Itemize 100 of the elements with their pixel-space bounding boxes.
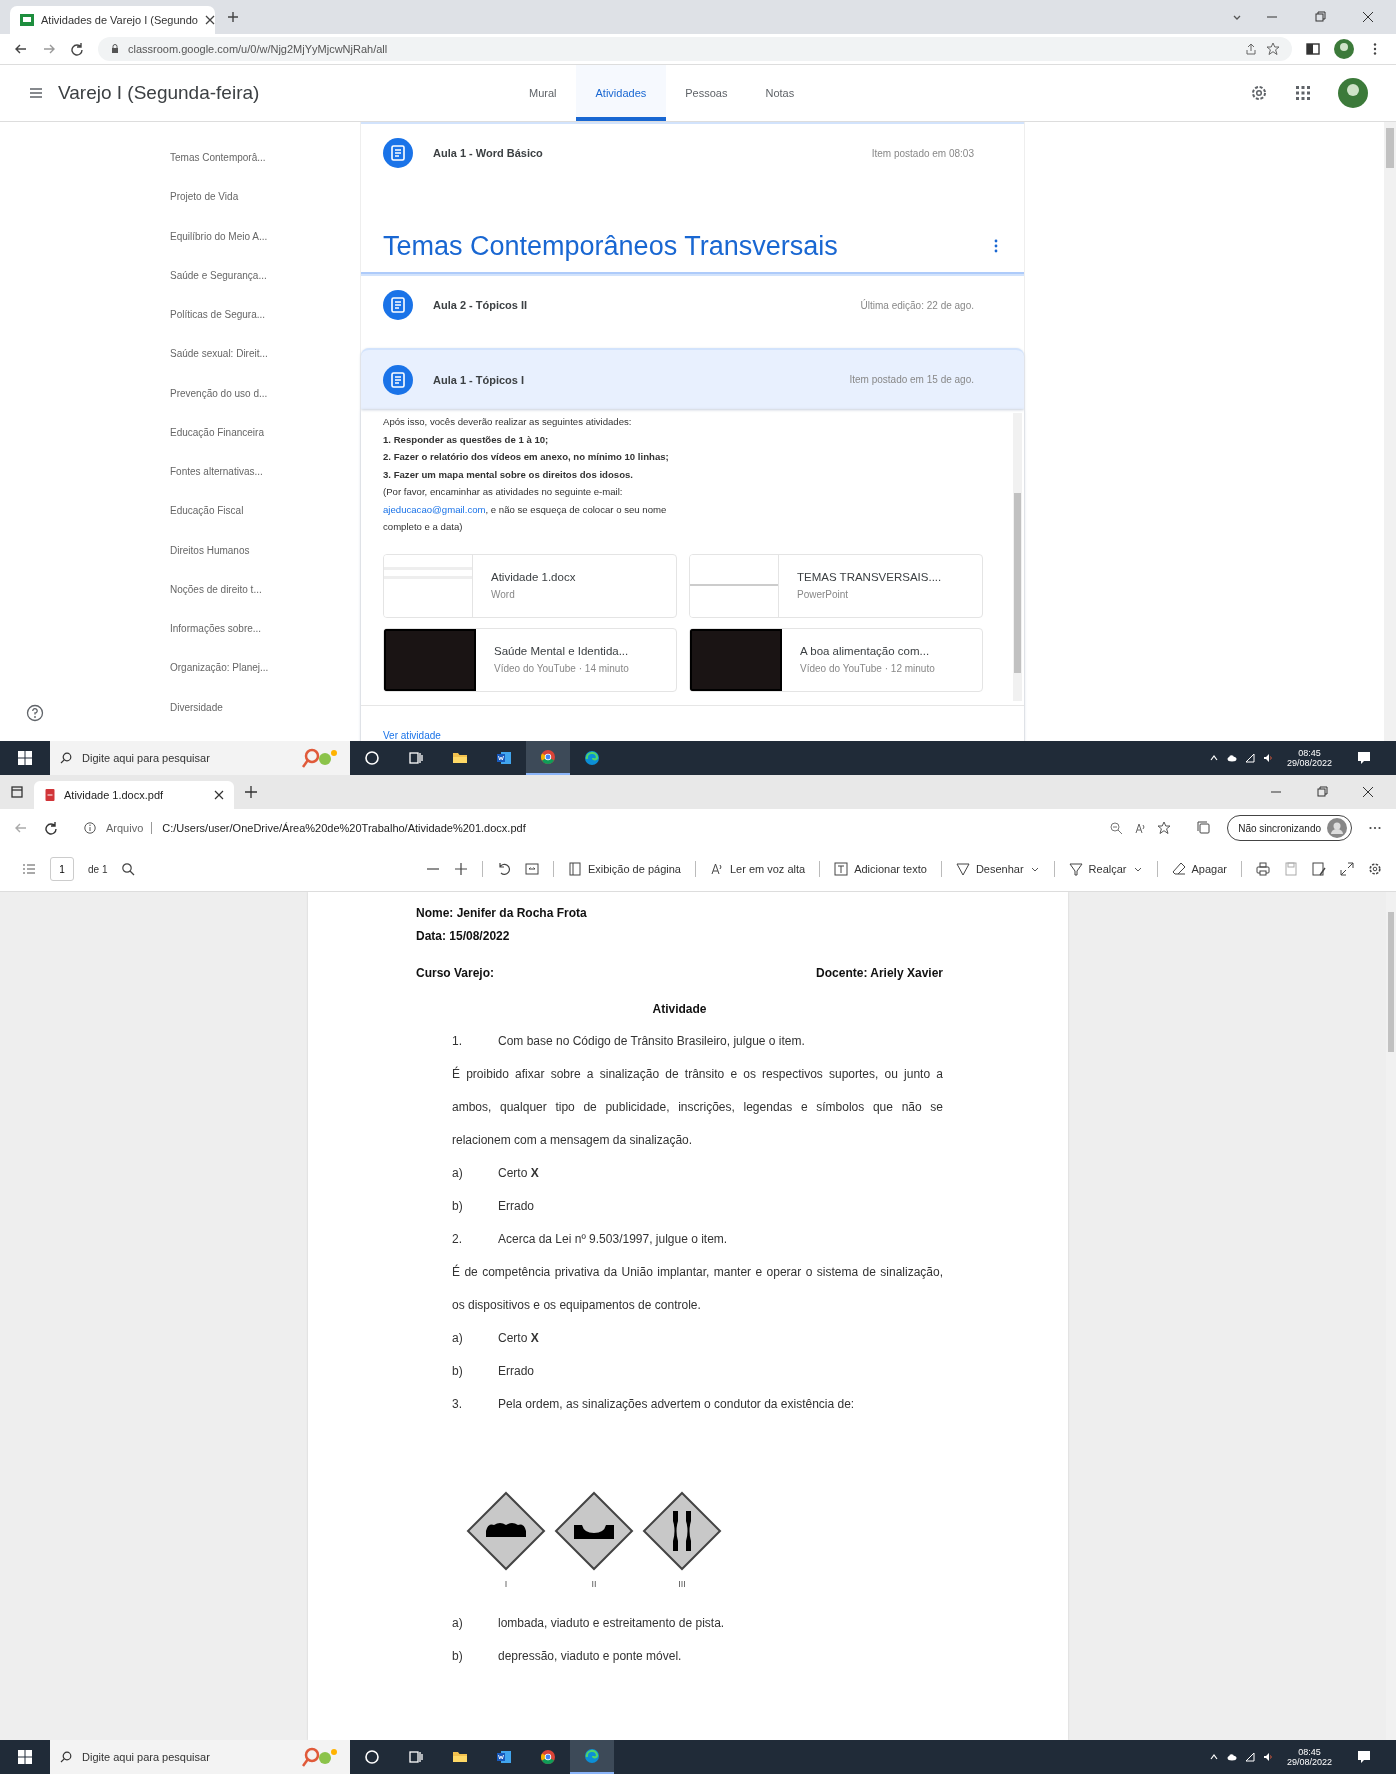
read-aloud-icon[interactable]: [1133, 821, 1148, 835]
reload-icon[interactable]: [70, 42, 84, 56]
cortana-icon[interactable]: [364, 750, 380, 766]
topic-link[interactable]: Políticas de Segura...: [170, 309, 360, 349]
nav-tab[interactable]: Atividades: [575, 65, 667, 121]
zoom-in-icon[interactable]: [453, 862, 468, 876]
close-icon[interactable]: [1362, 11, 1374, 23]
help-icon[interactable]: [26, 704, 44, 722]
tab-actions-icon[interactable]: [10, 785, 24, 799]
topic-link[interactable]: Projeto de Vida: [170, 191, 360, 231]
volume-icon[interactable]: [1262, 1752, 1273, 1762]
scrollbar[interactable]: [1384, 122, 1396, 741]
reload-icon[interactable]: [44, 821, 58, 835]
avatar-icon[interactable]: [1334, 39, 1354, 59]
taskbar-search-field[interactable]: Digite aqui para pesquisar: [50, 741, 350, 775]
topic-link[interactable]: Equilíbrio do Meio A...: [170, 230, 360, 270]
avatar-icon[interactable]: [1338, 78, 1368, 108]
sidebar-icon[interactable]: [1306, 42, 1320, 56]
toolbar-button[interactable]: Realçar: [1068, 862, 1143, 876]
attachment-card[interactable]: Saúde Mental e Identida... Vídeo do YouTube · 14 minuto: [383, 627, 677, 692]
fullscreen-icon[interactable]: [1340, 862, 1354, 876]
apps-grid-icon[interactable]: [1294, 84, 1312, 102]
attachment-card[interactable]: A boa alimentação com... Vídeo do YouTube · 12 minuto: [689, 627, 983, 692]
topic-link[interactable]: Informações sobre...: [170, 623, 360, 663]
toolbar-button[interactable]: Ler em voz alta: [709, 862, 806, 876]
topic-link[interactable]: Saúde e Segurança...: [170, 269, 360, 310]
attachment-card[interactable]: TEMAS TRANSVERSAIS.... PowerPoint: [689, 553, 983, 618]
topic-link[interactable]: Organização: Planej...: [170, 662, 360, 702]
zoom-icon[interactable]: [1109, 821, 1124, 835]
topic-link[interactable]: Fontes alternativas...: [170, 466, 360, 506]
task-view-icon[interactable]: [408, 1749, 424, 1765]
close-icon[interactable]: [204, 15, 215, 25]
assignment-row[interactable]: Aula 1 - Word Básico Item postado em 08:03: [361, 122, 1024, 183]
search-icon[interactable]: [121, 862, 136, 876]
topic-link[interactable]: Prevenção do uso d...: [170, 387, 360, 427]
share-icon[interactable]: [1244, 42, 1258, 56]
clock[interactable]: 08:45 29/08/2022: [1286, 1747, 1332, 1767]
new-tab-icon[interactable]: [227, 11, 239, 23]
save-as-icon[interactable]: [1312, 862, 1326, 876]
toolbar-button[interactable]: Adicionar texto: [834, 862, 927, 876]
settings-icon[interactable]: [1368, 862, 1382, 876]
word-app-icon[interactable]: [496, 750, 512, 766]
chrome-app-icon[interactable]: [540, 1749, 556, 1765]
topic-link[interactable]: Noções de direito t...: [170, 583, 360, 624]
topic-link[interactable]: Direitos Humanos: [170, 544, 360, 584]
topic-link[interactable]: Saúde sexual: Direit...: [170, 348, 360, 388]
edge-app-icon[interactable]: [584, 1748, 600, 1764]
network-icon[interactable]: [1244, 1752, 1255, 1762]
rotate-icon[interactable]: [496, 862, 511, 876]
word-app-icon[interactable]: [496, 1749, 512, 1765]
cloud-icon[interactable]: [1226, 753, 1237, 763]
email-link[interactable]: ajeducacao@gmail.com: [383, 503, 486, 515]
task-view-icon[interactable]: [408, 750, 424, 766]
nav-tab[interactable]: Notas: [746, 65, 814, 121]
topic-link[interactable]: Diversidade: [170, 701, 360, 741]
nav-tab[interactable]: Mural: [510, 65, 576, 121]
topic-link[interactable]: Temas Contemporâ...: [170, 152, 360, 192]
chrome-app-icon[interactable]: [540, 749, 556, 765]
new-tab-icon[interactable]: [244, 785, 258, 799]
taskbar-search-field[interactable]: Digite aqui para pesquisar: [50, 1740, 350, 1774]
address-bar[interactable]: classroom.google.com/u/0/w/Njg2MjYyMjcwNjRah/all: [98, 37, 1292, 61]
sync-button[interactable]: Não sincronizando: [1227, 815, 1352, 841]
toolbar-button[interactable]: Exibição de página: [567, 862, 681, 876]
forward-icon[interactable]: [42, 42, 56, 56]
toolbar-button[interactable]: Desenhar: [955, 862, 1040, 876]
tray-caret-icon[interactable]: [1208, 753, 1219, 763]
cloud-icon[interactable]: [1226, 1752, 1237, 1762]
network-icon[interactable]: [1244, 753, 1255, 763]
edge-app-icon[interactable]: [584, 750, 600, 766]
notification-icon[interactable]: [1356, 1749, 1372, 1765]
print-icon[interactable]: [1256, 862, 1270, 876]
topic-link[interactable]: Educação Fiscal: [170, 505, 360, 545]
volume-icon[interactable]: [1262, 753, 1273, 763]
star-icon[interactable]: [1266, 42, 1280, 56]
notification-icon[interactable]: [1356, 750, 1372, 766]
collections-icon[interactable]: [1197, 821, 1212, 835]
topic-link[interactable]: Educação Financeira: [170, 426, 360, 467]
clock[interactable]: 08:45 29/08/2022: [1286, 748, 1332, 768]
restore-icon[interactable]: [1314, 11, 1326, 23]
assignment-row[interactable]: Aula 1 - Tópicos I Item postado em 15 de ago.: [361, 348, 1024, 409]
settings-icon[interactable]: [1250, 84, 1268, 102]
nav-tab[interactable]: Pessoas: [666, 65, 747, 121]
tray-caret-icon[interactable]: [1208, 1752, 1219, 1762]
close-icon[interactable]: [214, 790, 224, 800]
windows-start-icon[interactable]: [18, 1750, 32, 1764]
folder-icon[interactable]: [452, 1749, 468, 1765]
star-icon[interactable]: [1157, 821, 1172, 835]
attachment-card[interactable]: Atividade 1.docx Word: [383, 553, 677, 618]
close-icon[interactable]: [1362, 786, 1374, 798]
back-icon[interactable]: [14, 42, 28, 56]
browser-tab[interactable]: Atividades de Varejo I (Segundo: [10, 6, 215, 34]
windows-start-icon[interactable]: [18, 751, 32, 765]
folder-icon[interactable]: [452, 750, 468, 766]
browser-tab[interactable]: Atividade 1.docx.pdf: [34, 781, 234, 809]
fit-page-icon[interactable]: [524, 862, 539, 876]
view-assignment-link[interactable]: Ver atividade: [361, 706, 1024, 741]
menu-icon[interactable]: [28, 85, 44, 101]
assignment-row[interactable]: Aula 2 - Tópicos II Última edição: 22 de ago.: [361, 273, 1024, 335]
toolbar-button[interactable]: Apagar: [1171, 862, 1227, 876]
scrollbar[interactable]: [1013, 413, 1022, 701]
